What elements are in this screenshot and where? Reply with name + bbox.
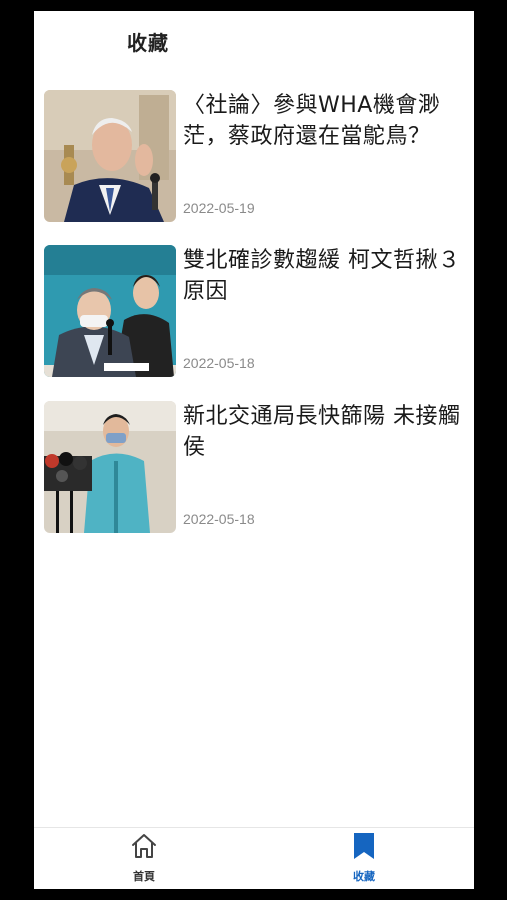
favorites-screen: 收藏 〈社論〉參與WHA機會渺茫，蔡政府還在當鴕鳥？ 2022-05-19 雙北… <box>34 11 474 889</box>
article-item[interactable]: 〈社論〉參與WHA機會渺茫，蔡政府還在當鴕鳥？ 2022-05-19 <box>44 90 464 222</box>
article-thumbnail <box>44 245 176 377</box>
article-date: 2022-05-18 <box>183 511 255 527</box>
article-item[interactable]: 新北交通局長快篩陽 未接觸侯 2022-05-18 <box>44 401 464 533</box>
article-title[interactable]: 新北交通局長快篩陽 未接觸侯 <box>183 401 463 463</box>
article-thumbnail <box>44 401 176 533</box>
article-title[interactable]: 雙北確診數趨緩 柯文哲揪３原因 <box>183 245 463 307</box>
article-item[interactable]: 雙北確診數趨緩 柯文哲揪３原因 2022-05-18 <box>44 245 464 377</box>
article-title[interactable]: 〈社論〉參與WHA機會渺茫，蔡政府還在當鴕鳥？ <box>183 90 463 152</box>
nav-label-favorites: 收藏 <box>353 870 375 883</box>
home-icon <box>132 834 156 858</box>
nav-label-home: 首頁 <box>133 870 155 883</box>
nav-item-favorites[interactable]: 收藏 <box>304 828 424 889</box>
page-title: 收藏 <box>127 31 169 55</box>
article-date: 2022-05-18 <box>183 355 255 371</box>
bottom-navigation: 首頁 收藏 <box>34 827 474 889</box>
article-date: 2022-05-19 <box>183 200 255 216</box>
bookmark-icon <box>354 833 374 859</box>
nav-item-home[interactable]: 首頁 <box>84 828 204 889</box>
article-thumbnail <box>44 90 176 222</box>
